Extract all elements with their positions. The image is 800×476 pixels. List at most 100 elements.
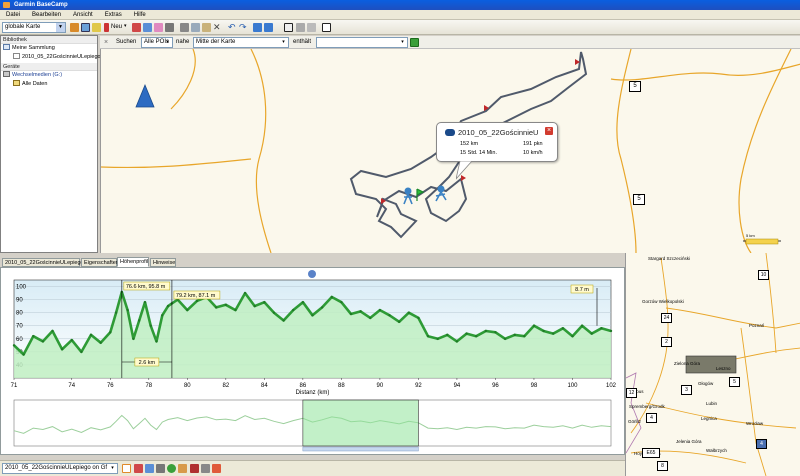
undo-icon[interactable]: ↶ [228, 23, 237, 32]
chevron-down-icon[interactable]: ▼ [56, 23, 65, 32]
data-point [99, 341, 102, 344]
x-tick-label: 88 [338, 383, 345, 389]
waypoint-icon[interactable] [104, 23, 109, 32]
paste-icon[interactable] [202, 23, 211, 32]
tab-hinweise[interactable]: Hinweise [150, 258, 176, 267]
measure-tool-icon[interactable] [92, 23, 101, 32]
route-icon[interactable] [143, 23, 152, 32]
new-button[interactable]: Neu [111, 22, 122, 33]
tab-eigenschaften[interactable]: Eigenschaften [81, 258, 119, 267]
data-point [311, 314, 314, 317]
data-point [155, 340, 158, 343]
folder-icon [3, 44, 10, 50]
menu-ansicht[interactable]: Ansicht [67, 10, 99, 20]
road-shield: E65 [642, 448, 660, 458]
close-icon[interactable]: × [104, 37, 108, 48]
devices-header: Geräte [1, 63, 97, 71]
flag-icon[interactable] [134, 464, 143, 473]
fullscreen-icon[interactable] [322, 23, 331, 32]
chevron-down-icon[interactable]: ▾ [279, 38, 288, 47]
new-dropdown-icon[interactable]: ▾ [124, 23, 129, 32]
menu-datei[interactable]: Datei [0, 10, 26, 20]
track-icon[interactable] [165, 23, 174, 32]
place-label: Leszno [716, 366, 731, 371]
redo-icon[interactable]: ↷ [239, 23, 248, 32]
chevron-down-icon[interactable]: ▾ [163, 38, 172, 47]
x-tick-label: 76 [107, 383, 114, 389]
flag-icon[interactable] [132, 23, 141, 32]
road-shield: 3 [681, 385, 692, 395]
eraser-icon[interactable] [154, 23, 163, 32]
runner-icon[interactable] [437, 185, 445, 193]
data-point [186, 308, 189, 312]
library-item-all-data[interactable]: Alle Daten [1, 80, 97, 89]
chevron-down-icon[interactable] [308, 270, 316, 278]
zoom-in-icon[interactable] [253, 23, 262, 32]
menu-bearbeiten[interactable]: Bearbeiten [26, 10, 67, 20]
menu-hilfe[interactable]: Hilfe [128, 10, 152, 20]
selection-scrollbar [302, 446, 419, 452]
place-label: Gorzów Wielkopolski [642, 299, 684, 304]
data-point [397, 320, 401, 324]
library-item-track[interactable]: 2010_05_22GościnnieULepiego [1, 53, 101, 62]
road-shield: 8 [657, 461, 668, 471]
data-point [282, 319, 285, 322]
export-icon[interactable] [212, 464, 221, 473]
select-tool-icon[interactable] [81, 23, 90, 32]
copy-icon[interactable] [191, 23, 200, 32]
folder-icon [13, 80, 20, 86]
delete-icon[interactable]: ✕ [213, 23, 222, 32]
contains-input[interactable]: ▾ [316, 37, 408, 48]
y-tick-label: 70 [16, 324, 23, 330]
data-point [243, 291, 247, 295]
map-select[interactable]: globale Karte ▼ [2, 22, 66, 33]
data-point [234, 308, 237, 312]
y-tick-label: 80 [16, 311, 23, 317]
road [765, 253, 777, 354]
3d-view-icon[interactable] [307, 23, 316, 32]
library-item-device[interactable]: Wechselmedien (G:) [1, 71, 97, 80]
tab-track-name[interactable]: 2010_05_22GościnnieULepiego [2, 258, 84, 267]
elevation-chart[interactable]: 4050607080901007174767880828486889092949… [1, 268, 624, 454]
filter-icon[interactable] [122, 464, 131, 473]
popup-pointer [456, 161, 473, 180]
drive-icon [3, 71, 10, 77]
x-tick-label: 90 [377, 383, 384, 389]
stop-icon[interactable] [190, 464, 199, 473]
photo-icon[interactable] [178, 464, 187, 473]
chevron-down-icon[interactable]: ▾ [108, 464, 117, 473]
overview-map[interactable]: Stargard Szczeciński Gorzów Wielkopolski… [625, 253, 800, 476]
data-point [436, 337, 439, 340]
cut-icon[interactable] [180, 23, 189, 32]
chevron-down-icon[interactable]: ▾ [398, 38, 407, 47]
zoom-out-icon[interactable] [264, 23, 273, 32]
globe-icon[interactable] [167, 464, 176, 473]
data-point [446, 333, 449, 337]
list-icon[interactable] [201, 464, 210, 473]
tab-hoehenprofil[interactable]: Höhenprofil [117, 257, 149, 267]
go-arrow-icon[interactable] [410, 38, 419, 47]
menu-extras[interactable]: Extras [99, 10, 128, 20]
device-select[interactable]: 2010_05_22GościnnieULepiego on Gf ▾ [2, 463, 118, 474]
hand-tool-icon[interactable] [70, 23, 79, 32]
place-label: Zielona Góra [674, 361, 701, 366]
close-icon[interactable]: × [545, 127, 553, 135]
map-view[interactable]: 5 5 5 km 2010_05_22GościnnieU × 152 km 1… [100, 49, 800, 253]
border-line [626, 372, 642, 454]
track-icon[interactable] [156, 464, 165, 473]
app-icon [3, 2, 10, 8]
map-view-icon[interactable] [284, 23, 293, 32]
place-label: Wrocław [746, 421, 764, 426]
poi-type-select[interactable]: Alle POIs ▾ [141, 37, 173, 48]
road [740, 327, 767, 476]
library-item-collection[interactable]: Meine Sammlung [1, 44, 97, 53]
data-point [523, 334, 526, 338]
overview-map-canvas[interactable] [626, 253, 800, 476]
route-icon[interactable] [145, 464, 154, 473]
near-select[interactable]: Mitte der Karte ▾ [193, 37, 289, 48]
road [610, 63, 800, 81]
hiker-icon[interactable] [404, 187, 412, 195]
data-point [253, 304, 256, 308]
globe-icon[interactable] [296, 23, 305, 32]
road [665, 307, 800, 329]
